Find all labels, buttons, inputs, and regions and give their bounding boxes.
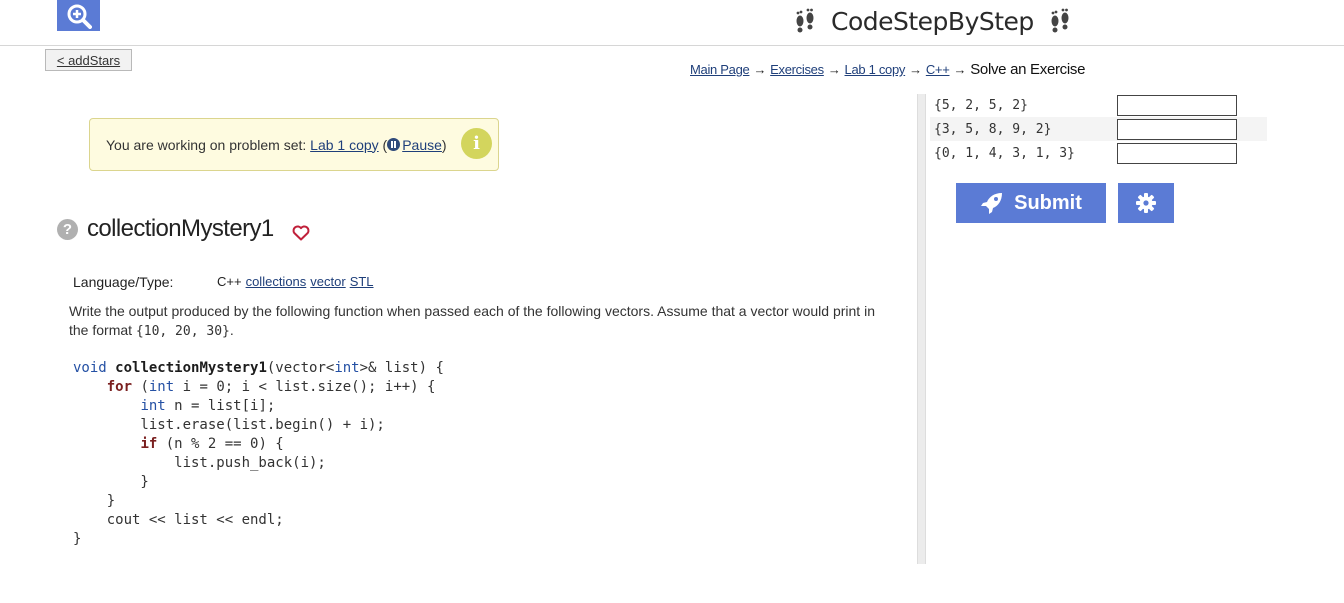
submit-button[interactable]: Submit	[956, 183, 1106, 223]
answer-input[interactable]	[1117, 118, 1237, 140]
code-line: int n = list[i];	[140, 398, 276, 414]
breadcrumb-cpp[interactable]: C++	[926, 62, 950, 77]
header-divider	[0, 45, 1344, 46]
problem-description: Write the output produced by the followi…	[69, 302, 889, 341]
zoom-in-icon	[67, 4, 92, 29]
pause-icon	[387, 138, 401, 151]
info-icon[interactable]: i	[461, 128, 492, 159]
pause-link[interactable]: Pause	[402, 137, 442, 153]
favorite-heart-icon[interactable]	[292, 225, 310, 241]
problem-title: collectionMystery1	[87, 215, 274, 242]
footprints-icon	[796, 8, 814, 33]
answer-prompt: {0, 1, 4, 3, 1, 3}	[934, 145, 1075, 161]
description-end: .	[229, 322, 234, 338]
answer-prompt: {5, 2, 5, 2}	[934, 97, 1028, 113]
gear-icon	[1136, 193, 1156, 213]
panel-splitter[interactable]	[917, 94, 926, 564]
code-line: }	[73, 531, 82, 547]
code-line: list.erase(list.begin() + i);	[73, 417, 385, 433]
problem-set-notice: You are working on problem set: Lab 1 co…	[89, 118, 499, 171]
answer-prompt: {3, 5, 8, 9, 2}	[934, 121, 1052, 137]
code-line: for (int i = 0; i < list.size(); i++) {	[106, 379, 436, 395]
answer-input[interactable]	[1117, 94, 1237, 116]
breadcrumb: Main Page → Exercises → Lab 1 copy → C++…	[690, 61, 1085, 78]
tag-link[interactable]: STL	[350, 274, 374, 289]
language-type: C++ collections vector STL	[217, 274, 374, 289]
footprints-icon	[1051, 8, 1069, 33]
code-line: cout << list << endl;	[73, 512, 284, 528]
tag-link[interactable]: vector	[310, 274, 345, 289]
breadcrumb-current: Solve an Exercise	[970, 61, 1086, 78]
previous-problem-button[interactable]: < addStars	[45, 49, 132, 71]
answer-row: {5, 2, 5, 2}	[930, 93, 1267, 117]
submit-label: Submit	[1014, 191, 1082, 214]
description-format: {10, 20, 30}	[135, 324, 230, 339]
help-icon[interactable]: ?	[57, 219, 78, 240]
code-line: list.push_back(i);	[73, 455, 326, 471]
site-title: CodeStepByStep	[831, 6, 1034, 36]
settings-button[interactable]	[1118, 183, 1174, 223]
arrow-right-icon: →	[753, 62, 767, 77]
problem-set-link[interactable]: Lab 1 copy	[310, 137, 379, 153]
arrow-right-icon: →	[953, 62, 967, 77]
tag-link[interactable]: collections	[246, 274, 307, 289]
language-name: C++	[217, 274, 242, 289]
arrow-right-icon: →	[827, 62, 841, 77]
breadcrumb-lab[interactable]: Lab 1 copy	[845, 62, 906, 77]
breadcrumb-main-page[interactable]: Main Page	[690, 62, 750, 77]
code-line: }	[73, 474, 149, 490]
notice-prefix: You are working on problem set:	[106, 136, 307, 153]
code-line: if (n % 2 == 0) {	[140, 436, 284, 452]
zoom-button[interactable]	[57, 0, 100, 31]
rocket-icon	[981, 193, 1003, 214]
answer-row: {0, 1, 4, 3, 1, 3}	[930, 141, 1267, 165]
code-line: }	[73, 493, 116, 509]
code-line: void collectionMystery1(vector<int>& lis…	[73, 360, 444, 376]
language-label: Language/Type:	[73, 274, 174, 290]
breadcrumb-exercises[interactable]: Exercises	[770, 62, 824, 77]
site-brand[interactable]: CodeStepByStep	[793, 2, 1072, 40]
answer-input[interactable]	[1117, 142, 1237, 164]
arrow-right-icon: →	[909, 62, 922, 77]
answer-row: {3, 5, 8, 9, 2}	[930, 117, 1267, 141]
code-block: void collectionMystery1(vector<int>& lis…	[73, 359, 444, 549]
